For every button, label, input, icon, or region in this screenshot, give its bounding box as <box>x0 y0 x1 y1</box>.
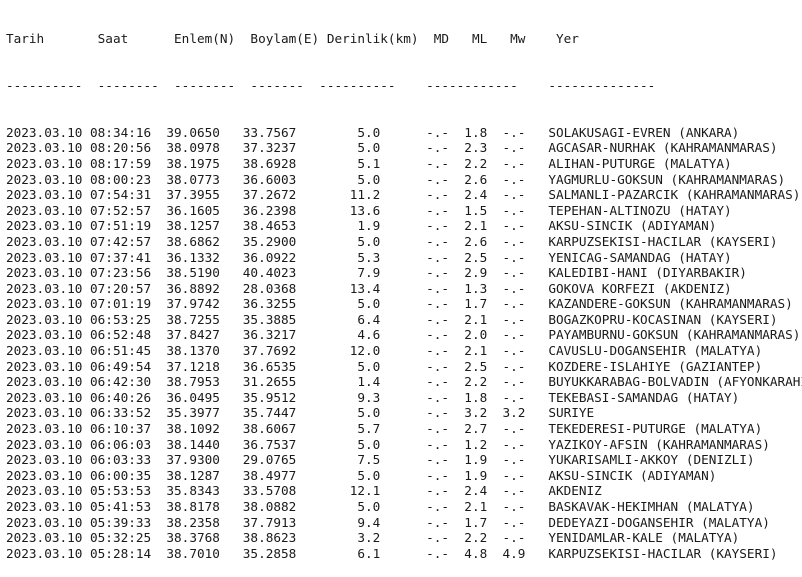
earthquake-row: 2023.03.10 06:42:30 38.7953 31.2655 1.4 … <box>6 374 802 390</box>
column-header-row: Tarih Saat Enlem(N) Boylam(E) Derinlik(k… <box>6 31 579 47</box>
earthquake-row: 2023.03.10 07:01:19 37.9742 36.3255 5.0 … <box>6 296 793 312</box>
earthquake-row: 2023.03.10 06:53:25 38.7255 35.3885 6.4 … <box>6 311 778 327</box>
earthquake-row: 2023.03.10 05:53:53 35.8343 33.5708 12.1… <box>6 483 602 499</box>
earthquake-rows: 2023.03.10 08:34:16 39.0650 33.7567 5.0 … <box>6 125 802 562</box>
earthquake-row: 2023.03.10 06:03:33 37.9300 29.0765 7.5 … <box>6 452 755 468</box>
earthquake-row: 2023.03.10 06:33:52 35.3977 35.7447 5.0 … <box>6 405 595 421</box>
earthquake-row: 2023.03.10 07:20:57 36.8892 28.0368 13.4… <box>6 280 732 296</box>
earthquake-row: 2023.03.10 05:28:14 38.7010 35.2858 6.1 … <box>6 545 778 561</box>
earthquake-row: 2023.03.10 06:51:45 38.1370 37.7692 12.0… <box>6 343 763 359</box>
earthquake-row: 2023.03.10 07:52:57 36.1605 36.2398 13.6… <box>6 202 732 218</box>
earthquake-row: 2023.03.10 05:41:53 38.8178 38.0882 5.0 … <box>6 499 755 514</box>
header-separator: ---------- -------- -------- ------- ---… <box>6 77 656 93</box>
earthquake-row: 2023.03.10 06:06:03 38.1440 36.7537 5.0 … <box>6 436 770 452</box>
earthquake-row: 2023.03.10 08:00:23 38.0773 36.6003 5.0 … <box>6 171 786 187</box>
earthquake-row: 2023.03.10 07:51:19 38.1257 38.4653 1.9 … <box>6 218 717 234</box>
earthquake-row: 2023.03.10 06:52:48 37.8427 36.3217 4.6 … <box>6 327 801 343</box>
earthquake-row: 2023.03.10 07:54:31 37.3955 37.2672 11.2… <box>6 187 801 203</box>
earthquake-row: 2023.03.10 07:42:57 38.6862 35.2900 5.0 … <box>6 233 778 249</box>
earthquake-row: 2023.03.10 06:10:37 38.1092 38.6067 5.7 … <box>6 421 763 437</box>
earthquake-list: Tarih Saat Enlem(N) Boylam(E) Derinlik(k… <box>6 0 802 577</box>
earthquake-row: 2023.03.10 06:40:26 36.0495 35.9512 9.3 … <box>6 389 740 405</box>
earthquake-row: 2023.03.10 08:20:56 38.0978 37.3237 5.0 … <box>6 140 778 156</box>
earthquake-row: 2023.03.10 07:23:56 38.5190 40.4023 7.9 … <box>6 265 747 281</box>
earthquake-row: 2023.03.10 05:39:33 38.2358 37.7913 9.4 … <box>6 514 770 530</box>
earthquake-row: 2023.03.10 06:49:54 37.1218 36.6535 5.0 … <box>6 358 763 374</box>
earthquake-row: 2023.03.10 07:37:41 36.1332 36.0922 5.3 … <box>6 249 732 265</box>
earthquake-row: 2023.03.10 08:17:59 38.1975 38.6928 5.1 … <box>6 155 732 171</box>
earthquake-row: 2023.03.10 06:00:35 38.1287 38.4977 5.0 … <box>6 467 717 483</box>
earthquake-row: 2023.03.10 05:32:25 38.3768 38.8623 3.2 … <box>6 530 740 546</box>
earthquake-row: 2023.03.10 08:34:16 39.0650 33.7567 5.0 … <box>6 124 740 140</box>
